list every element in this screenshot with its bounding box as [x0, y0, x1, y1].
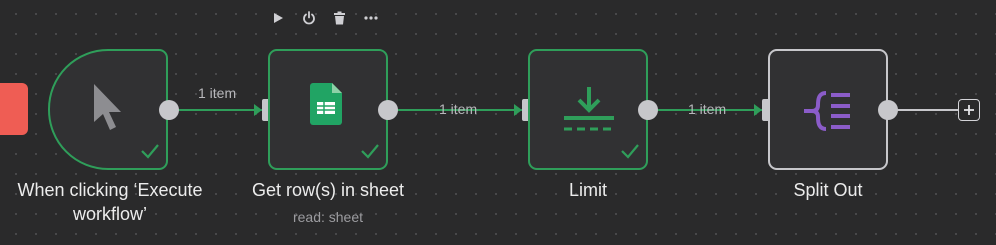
- output-handle[interactable]: [638, 100, 658, 120]
- workflow-canvas[interactable]: 1 item 1 item 1 item When clicking ‘Exec…: [0, 0, 996, 245]
- output-handle[interactable]: [878, 100, 898, 120]
- edge-arrow: [754, 104, 762, 116]
- trash-icon[interactable]: [330, 8, 350, 28]
- google-sheets-icon: [310, 83, 342, 130]
- edge-arrow: [514, 104, 522, 116]
- edge-label: 1 item: [688, 101, 727, 117]
- node-label: Limit: [568, 180, 607, 200]
- offscreen-node-stub[interactable]: [0, 83, 28, 135]
- cursor-icon: [90, 82, 126, 139]
- play-icon[interactable]: [268, 8, 288, 28]
- node-label: Split Out: [793, 180, 863, 200]
- node-limit[interactable]: [528, 49, 648, 170]
- success-check-icon: [140, 143, 160, 164]
- node-label: Get row(s) in sheet: [251, 180, 405, 200]
- node-subtitle: read: sheet: [292, 209, 364, 225]
- output-handle[interactable]: [378, 100, 398, 120]
- node-split-out[interactable]: [768, 49, 888, 170]
- node-manual-trigger[interactable]: [48, 49, 168, 170]
- more-icon[interactable]: [361, 8, 381, 28]
- limit-icon: [562, 85, 616, 138]
- add-node-button[interactable]: [958, 99, 980, 121]
- split-out-icon: [804, 91, 854, 136]
- success-check-icon: [360, 143, 380, 164]
- output-handle[interactable]: [159, 100, 179, 120]
- node-label: When clicking ‘Execute workflow’: [17, 180, 203, 224]
- edge-arrow: [254, 104, 262, 116]
- node-get-rows-in-sheet[interactable]: [268, 49, 388, 170]
- node-toolbar: [262, 8, 386, 28]
- plus-icon: [963, 104, 975, 116]
- power-icon[interactable]: [299, 8, 319, 28]
- success-check-icon: [620, 143, 640, 164]
- edge-label: 1 item: [439, 101, 478, 117]
- edge-label: 1 item: [198, 85, 237, 101]
